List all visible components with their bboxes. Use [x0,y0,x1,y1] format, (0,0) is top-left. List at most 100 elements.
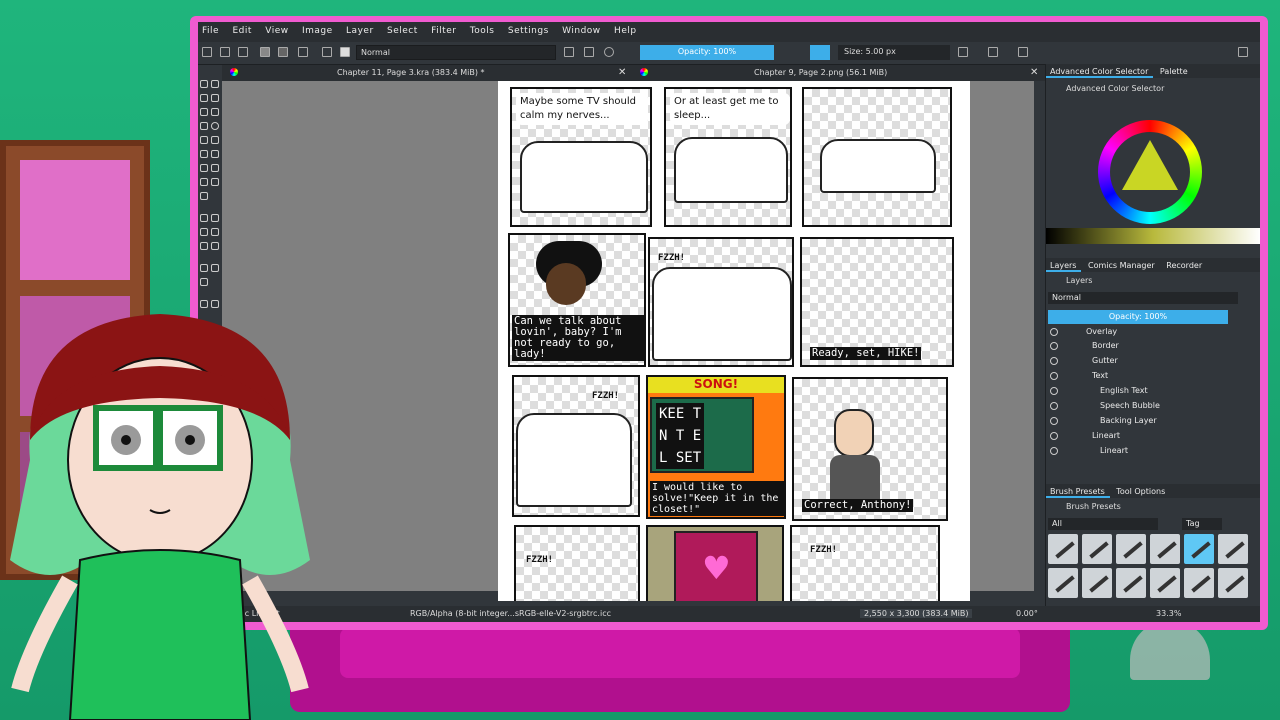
rectangle-tool-icon[interactable] [200,122,208,130]
edit-shapes-icon[interactable] [200,94,208,102]
color-picker-icon[interactable] [211,214,219,222]
layer-row[interactable]: Gutter [1046,355,1246,369]
tab-recorder[interactable]: Recorder [1162,258,1207,270]
fill-icon[interactable] [298,47,308,57]
text-tool-icon[interactable] [211,80,219,88]
wrap-around-icon[interactable] [1018,47,1028,57]
menu-window[interactable]: Window [558,22,607,36]
brush-filter-select[interactable]: All [1048,518,1158,530]
smart-patch-icon[interactable] [211,228,219,236]
tab-layers[interactable]: Layers [1046,258,1082,272]
opacity-slider[interactable]: Opacity: 100% [640,45,774,60]
color-triangle[interactable] [1122,140,1178,190]
close-icon[interactable]: ✕ [1030,67,1038,78]
maximize-icon[interactable] [1238,47,1248,57]
brush-preset[interactable] [1218,568,1248,598]
measure-tool-icon[interactable] [211,264,219,272]
menu-edit[interactable]: Edit [228,22,257,36]
layer-blend-select[interactable]: Normal [1048,292,1238,304]
visibility-icon[interactable] [1050,387,1058,395]
layer-row[interactable]: Text [1046,370,1246,384]
menu-help[interactable]: Help [610,22,643,36]
menu-settings[interactable]: Settings [504,22,555,36]
crop-tool-icon[interactable] [200,178,208,186]
visibility-icon[interactable] [1050,357,1058,365]
polyline-tool-icon[interactable] [211,136,219,144]
polygon-tool-icon[interactable] [200,136,208,144]
brush-preset[interactable] [1150,568,1180,598]
colorize-mask-icon[interactable] [200,228,208,236]
layer-row[interactable]: Lineart [1046,430,1246,444]
freehand-path-icon[interactable] [211,150,219,158]
layer-row[interactable]: Backing Layer [1046,415,1246,429]
brush-preset[interactable] [1048,534,1078,564]
menu-layer[interactable]: Layer [342,22,380,36]
visibility-icon[interactable] [1050,372,1058,380]
tab-palette[interactable]: Palette [1156,64,1193,76]
ellipse-select-icon[interactable] [211,300,219,308]
tab-chapter-11[interactable]: Chapter 11, Page 3.kra (383.4 MiB) * [337,65,485,81]
layer-opacity-slider[interactable]: Opacity: 100% [1048,310,1228,324]
reload-preset-icon[interactable] [604,47,614,57]
eraser-icon[interactable] [564,47,574,57]
visibility-icon[interactable] [1050,447,1058,455]
menu-tools[interactable]: Tools [466,22,501,36]
comic-page[interactable]: Maybe some TV should calm my nerves... O… [498,81,970,601]
menu-filter[interactable]: Filter [427,22,462,36]
brush-preset[interactable] [1082,568,1112,598]
rect-select-icon[interactable] [200,300,208,308]
flow-swatch[interactable] [810,45,830,60]
brush-preset[interactable] [1184,568,1214,598]
visibility-icon[interactable] [1050,432,1058,440]
menu-view[interactable]: View [261,22,294,36]
shade-selector[interactable] [1046,228,1260,244]
tab-comics-manager[interactable]: Comics Manager [1084,258,1160,270]
visibility-icon[interactable] [1050,342,1058,350]
size-slider[interactable]: Size: 5.00 px [838,45,950,60]
menu-image[interactable]: Image [298,22,339,36]
brush-preset[interactable] [1116,568,1146,598]
status-zoom[interactable]: 33.3% [1156,609,1181,618]
move-tool-icon[interactable] [211,178,219,186]
new-document-icon[interactable] [202,47,212,57]
brush-preset[interactable] [1218,534,1248,564]
multibrush-icon[interactable] [211,164,219,172]
brush-preset-selected[interactable] [1184,534,1214,564]
layer-row[interactable]: Overlay [1046,326,1246,340]
brush-preset[interactable] [1082,534,1112,564]
transform-tool-icon[interactable] [200,192,208,200]
open-document-icon[interactable] [220,47,230,57]
layer-row[interactable]: Lineart [1046,445,1246,459]
assistant-tool-icon[interactable] [200,264,208,272]
bezier-tool-icon[interactable] [200,150,208,158]
tab-brush-presets[interactable]: Brush Presets [1046,484,1110,498]
blend-mode-select[interactable]: Normal [356,45,556,60]
reference-tool-icon[interactable] [200,278,208,286]
save-icon[interactable] [238,47,248,57]
fill-tool-icon[interactable] [200,242,208,250]
menu-file[interactable]: File [198,22,225,36]
canvas-area[interactable]: Maybe some TV should calm my nerves... O… [222,81,1034,601]
mirror-horizontal-icon[interactable] [958,47,968,57]
brush-tag-select[interactable]: Tag [1182,518,1222,530]
layer-row[interactable]: English Text [1046,385,1246,399]
close-icon[interactable]: ✕ [618,67,626,78]
calligraphy-icon[interactable] [211,94,219,102]
status-rotation[interactable]: 0.00° [1016,609,1038,618]
visibility-icon[interactable] [1050,402,1058,410]
visibility-icon[interactable] [1050,328,1058,336]
ellipse-tool-icon[interactable] [211,122,219,130]
brush-preset-icon[interactable] [340,47,350,57]
brush-preset[interactable] [1150,534,1180,564]
layer-row[interactable]: Speech Bubble [1046,400,1246,414]
brush-preset[interactable] [1048,568,1078,598]
menu-select[interactable]: Select [383,22,424,36]
select-tool-icon[interactable] [200,80,208,88]
alpha-lock-icon[interactable] [584,47,594,57]
pattern-icon[interactable] [278,47,288,57]
tab-chapter-9[interactable]: Chapter 9, Page 2.png (56.1 MiB) [754,65,887,81]
gradient-icon[interactable] [260,47,270,57]
color-wheel[interactable] [1098,120,1202,224]
brush-tool-icon[interactable] [200,108,208,116]
tab-advanced-color-selector[interactable]: Advanced Color Selector [1046,64,1154,78]
